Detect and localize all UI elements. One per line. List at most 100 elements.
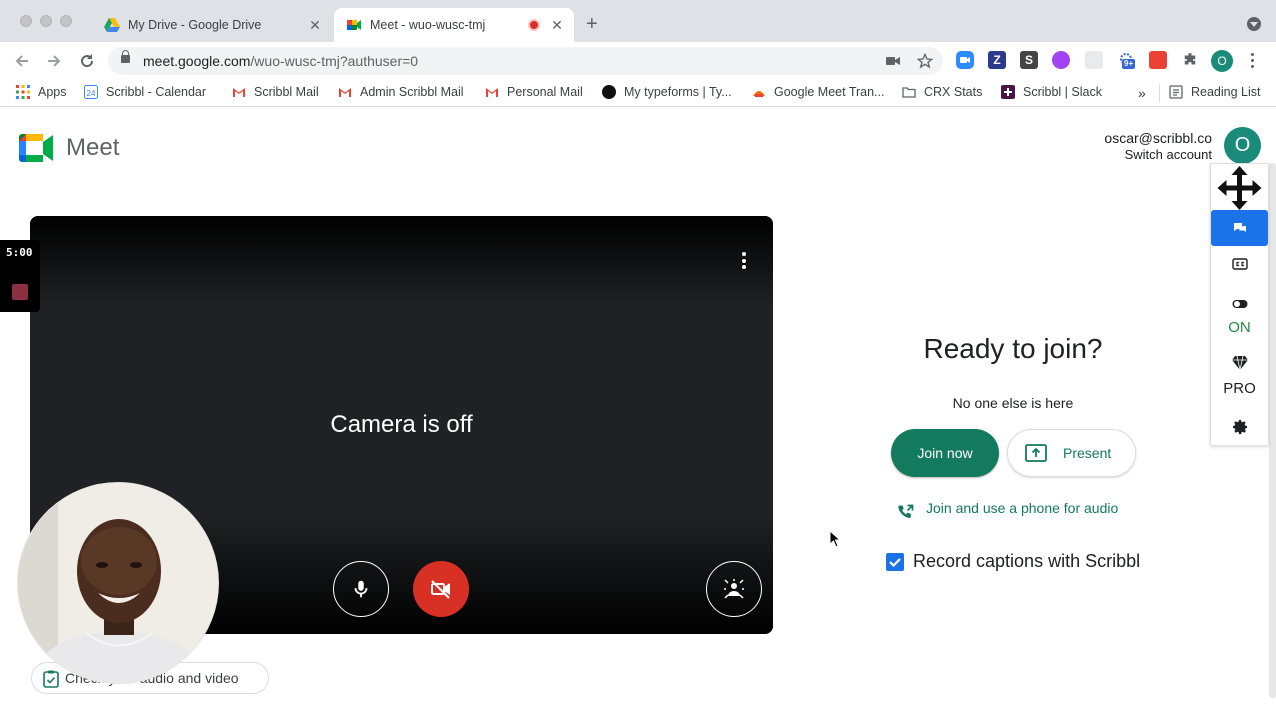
record-captions-label: Record captions with Scribbl: [913, 551, 1141, 571]
s-extension-icon[interactable]: S: [1020, 51, 1038, 69]
tab-title: Meet - wuo-wusc-tmj: [370, 18, 486, 32]
reload-icon[interactable]: [79, 53, 95, 69]
typeform-icon: [602, 85, 616, 99]
gmail-icon: [339, 88, 351, 97]
bookmark-apps[interactable]: Apps: [16, 85, 67, 99]
settings-button[interactable]: [1211, 419, 1268, 440]
slack-icon: [1001, 85, 1015, 99]
url-host: meet.google.com: [143, 53, 251, 69]
background-effects-icon: [724, 579, 744, 599]
window-minimize-dot[interactable]: [40, 15, 52, 27]
bookmark-scribbl-calendar[interactable]: 24 Scribbl - Calendar: [84, 85, 206, 99]
join-now-button[interactable]: Join now: [891, 429, 999, 477]
present-label: Present: [1063, 445, 1112, 461]
page-scrollbar[interactable]: [1269, 163, 1276, 698]
phone-forward-icon: [898, 504, 914, 518]
google-meet-icon: [347, 20, 361, 30]
record-captions-option[interactable]: Record captions with Scribbl: [886, 551, 1140, 572]
webcam-overlay[interactable]: [17, 482, 219, 684]
bookmark-google-meet-transcripts[interactable]: Google Meet Tran...: [752, 85, 884, 99]
bookmarks-overflow-button[interactable]: »: [1138, 85, 1146, 101]
phone-audio-link[interactable]: Join and use a phone for audio: [895, 500, 1119, 523]
bookmark-label: Scribbl - Calendar: [106, 85, 207, 99]
url-text: meet.google.com/wuo-wusc-tmj?authuser=0: [143, 53, 418, 69]
bookmark-label: Apps: [38, 85, 67, 99]
reading-list-button[interactable]: Reading List: [1169, 85, 1261, 99]
tab-google-meet[interactable]: Meet - wuo-wusc-tmj ✕: [334, 8, 574, 42]
window-close-dot[interactable]: [20, 15, 32, 27]
zoom-extension-icon[interactable]: [956, 51, 974, 69]
scribbl-timer-widget[interactable]: 5:00: [0, 240, 40, 312]
bookmark-label: Admin Scribbl Mail: [360, 85, 464, 99]
lock-icon: [121, 50, 130, 63]
plan-label: PRO: [1223, 380, 1256, 397]
address-bar[interactable]: meet.google.com/wuo-wusc-tmj?authuser=0: [108, 47, 943, 75]
purple-extension-icon[interactable]: [1052, 51, 1070, 69]
phone-audio-label: Join and use a phone for audio: [926, 500, 1119, 516]
bookmark-admin-scribbl-mail[interactable]: Admin Scribbl Mail: [338, 85, 464, 99]
transcript-extension-icon: [753, 91, 765, 97]
timer-countdown: 5:00: [6, 246, 33, 259]
puzzle-extensions-icon[interactable]: [1181, 51, 1199, 69]
visual-effects-button[interactable]: [706, 561, 762, 617]
bookmark-star-icon[interactable]: [917, 53, 933, 69]
window-zoom-dot[interactable]: [60, 15, 72, 27]
bookmark-typeforms[interactable]: My typeforms | Ty...: [602, 85, 732, 99]
microphone-toggle-button[interactable]: [333, 561, 389, 617]
browser-menu-icon[interactable]: [1251, 53, 1255, 68]
new-tab-button[interactable]: +: [586, 14, 598, 34]
camera-toggle-button[interactable]: [413, 561, 469, 617]
grey-extension-icon[interactable]: [1085, 51, 1103, 69]
stop-recording-button[interactable]: [12, 284, 28, 300]
bookmark-scribbl-slack[interactable]: Scribbl | Slack: [1001, 85, 1102, 99]
bookmark-label: Scribbl | Slack: [1023, 85, 1102, 99]
profile-avatar-small[interactable]: O: [1211, 50, 1233, 72]
z-extension-icon[interactable]: Z: [988, 51, 1006, 69]
url-path: /wuo-wusc-tmj?authuser=0: [250, 53, 419, 69]
bookmark-label: CRX Stats: [924, 85, 983, 99]
bookmarks-divider: [1159, 84, 1160, 102]
bookmark-personal-mail[interactable]: Personal Mail: [485, 85, 583, 99]
gear-badge-extension-icon[interactable]: 9+: [1117, 51, 1136, 69]
svg-text:24: 24: [87, 89, 96, 98]
reading-list-icon: [1169, 85, 1183, 99]
browser-toolbar: meet.google.com/wuo-wusc-tmj?authuser=0 …: [0, 42, 1276, 79]
record-captions-checkbox[interactable]: [886, 552, 904, 571]
bookmark-label: Google Meet Tran...: [774, 85, 885, 99]
apps-grid-icon: [16, 85, 30, 99]
folder-icon: [902, 87, 916, 98]
google-meet-logo[interactable]: [19, 134, 53, 162]
close-tab-icon[interactable]: ✕: [548, 17, 566, 34]
tab-title: My Drive - Google Drive: [128, 18, 262, 32]
tab-search-icon[interactable]: [1247, 17, 1261, 31]
camera-in-use-icon[interactable]: [886, 55, 900, 67]
pro-plan-button[interactable]: [1211, 355, 1268, 376]
reading-list-label: Reading List: [1191, 85, 1261, 99]
google-calendar-icon: 24: [84, 85, 98, 99]
drag-move-icon[interactable]: [1211, 166, 1268, 210]
toggle-icon: [1232, 300, 1247, 308]
account-avatar[interactable]: O: [1224, 127, 1261, 164]
auto-record-toggle[interactable]: [1211, 296, 1268, 314]
recording-indicator-icon: [528, 19, 540, 31]
present-screen-icon: [1025, 444, 1047, 462]
diamond-icon: [1231, 355, 1248, 371]
back-arrow-icon[interactable]: [14, 53, 30, 69]
gmail-icon: [233, 88, 245, 97]
red-grid-extension-icon[interactable]: [1149, 51, 1167, 69]
ready-to-join-heading: Ready to join?: [923, 333, 1103, 364]
bookmark-label: Scribbl Mail: [254, 85, 319, 99]
switch-account-link[interactable]: Switch account: [1125, 147, 1212, 162]
captions-button[interactable]: [1211, 257, 1268, 275]
more-options-icon[interactable]: [738, 252, 750, 272]
gmail-icon: [486, 88, 498, 97]
close-tab-icon[interactable]: ✕: [306, 17, 324, 34]
bookmark-scribbl-mail[interactable]: Scribbl Mail: [232, 85, 319, 99]
present-button[interactable]: Present: [1007, 429, 1136, 477]
forward-arrow-icon[interactable]: [46, 53, 62, 69]
scribbl-chat-button[interactable]: [1211, 210, 1268, 246]
extension-badge: 9+: [1122, 59, 1136, 69]
checkmark-icon: [889, 557, 901, 567]
tab-google-drive[interactable]: My Drive - Google Drive ✕: [92, 8, 332, 42]
bookmark-crx-stats[interactable]: CRX Stats: [902, 85, 982, 99]
